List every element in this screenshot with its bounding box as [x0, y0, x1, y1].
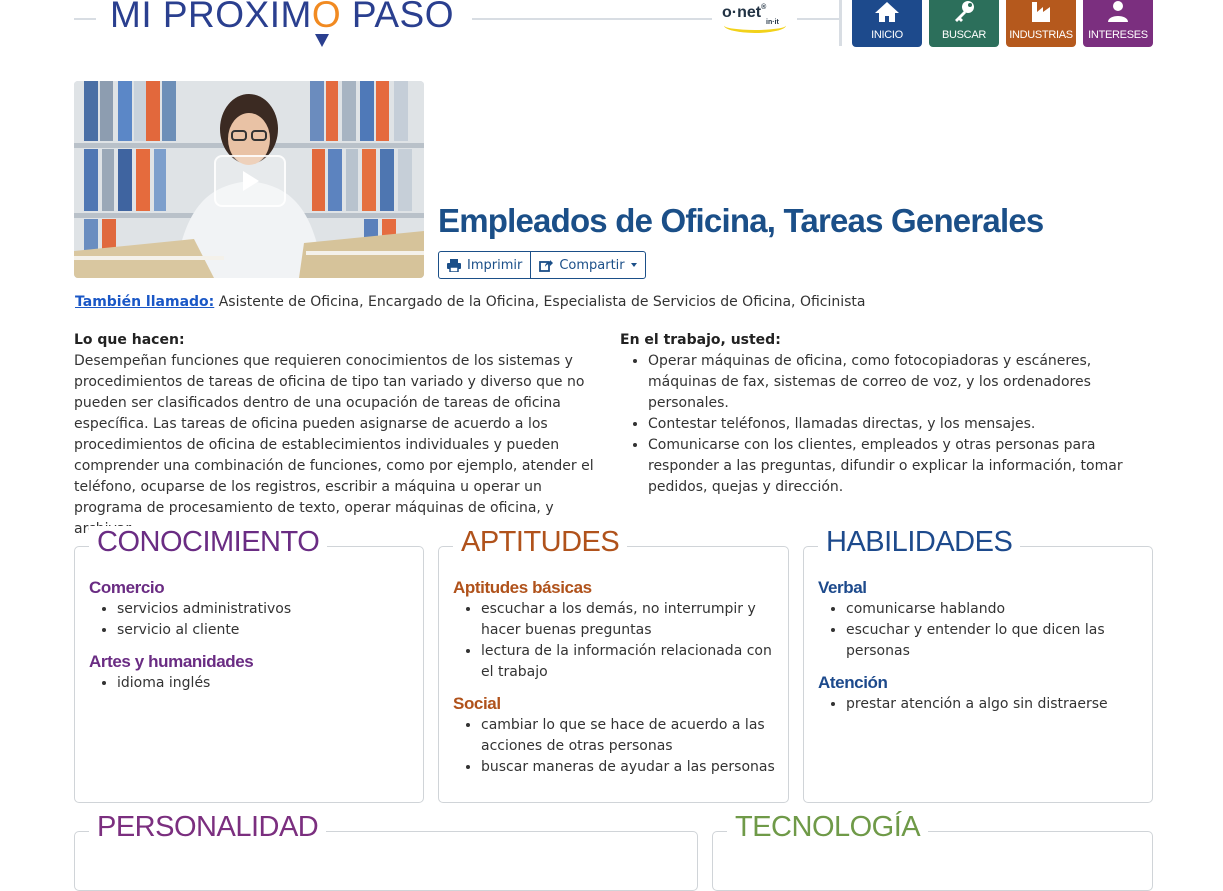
what-they-do-heading: Lo que hacen:: [74, 332, 185, 348]
share-icon: [539, 259, 554, 272]
print-button[interactable]: Imprimir: [439, 252, 530, 278]
skills-title: HABILIDADES: [818, 526, 1021, 559]
nav-intereses-label: INTERESES: [1088, 29, 1148, 41]
header-rule-right: [797, 18, 839, 20]
what-they-do-text: Desempeñan funciones que requieren conoc…: [74, 353, 594, 537]
aptitudes-card: APTITUDES Aptitudes básicas escuchar a l…: [438, 526, 789, 803]
printer-icon: [447, 258, 461, 272]
key-icon: [955, 1, 974, 22]
list-item: idioma inglés: [117, 673, 411, 694]
skills-group-heading: Verbal: [818, 578, 867, 597]
caret-down-icon: [630, 263, 637, 267]
header-divider: [839, 0, 842, 46]
share-label: Compartir: [559, 257, 625, 273]
list-item: lectura de la información relacionada co…: [481, 641, 776, 683]
list-item: buscar maneras de ayudar a las personas: [481, 757, 776, 778]
knowledge-card: CONOCIMIENTO Comercio servicios administ…: [74, 526, 424, 803]
what-they-do-section: Lo que hacen: Desempeñan funciones que r…: [74, 330, 610, 540]
logo-pin-letter: O: [312, 0, 341, 47]
logo-text-end: PASO: [341, 0, 454, 35]
knowledge-group-heading: Artes y humanidades: [89, 652, 254, 671]
person-icon: [1108, 1, 1128, 22]
list-item: cambiar lo que se hace de acuerdo a las …: [481, 715, 776, 757]
nav-industrias-label: INDUSTRIAS: [1009, 29, 1073, 41]
skills-group-heading: Atención: [818, 673, 888, 692]
map-pin-icon: [314, 34, 329, 47]
page-title: Empleados de Oficina, Tareas Generales: [438, 202, 1044, 239]
on-the-job-heading: En el trabajo, usted:: [620, 332, 781, 348]
list-item: servicios administrativos: [117, 599, 411, 620]
site-logo[interactable]: MI PRÓXIMO PASO: [110, 0, 454, 47]
nav-inicio-button[interactable]: INICIO: [852, 0, 922, 47]
list-item: servicio al cliente: [117, 620, 411, 641]
aptitudes-group-heading: Aptitudes básicas: [453, 578, 592, 597]
occupation-video[interactable]: [74, 81, 424, 278]
onet-suffix: in·it: [766, 19, 779, 26]
on-the-job-list: Operar máquinas de oficina, como fotocop…: [620, 351, 1153, 498]
list-item: prestar atención a algo sin distraerse: [846, 694, 1140, 715]
also-called-link[interactable]: También llamado:: [75, 294, 214, 310]
also-called: También llamado: Asistente de Oficina, E…: [75, 294, 866, 310]
knowledge-title: CONOCIMIENTO: [89, 526, 328, 559]
list-item: comunicarse hablando: [846, 599, 1140, 620]
header-rule-left: [74, 18, 96, 20]
nav-industrias-button[interactable]: INDUSTRIAS: [1006, 0, 1076, 47]
personality-card: PERSONALIDAD: [74, 811, 698, 891]
aptitudes-title: APTITUDES: [453, 526, 628, 559]
technology-card: TECNOLOGÍA: [712, 811, 1153, 891]
nav-buscar-button[interactable]: BUSCAR: [929, 0, 999, 47]
home-icon: [875, 2, 899, 22]
action-button-group: Imprimir Compartir: [438, 251, 646, 279]
share-dropdown-button[interactable]: Compartir: [530, 252, 644, 278]
logo-text-start: MI PRÓXIM: [110, 0, 312, 35]
factory-icon: [1032, 2, 1050, 22]
technology-title: TECNOLOGÍA: [727, 811, 929, 844]
print-label: Imprimir: [467, 257, 523, 273]
list-item: Operar máquinas de oficina, como fotocop…: [648, 351, 1153, 414]
on-the-job-section: En el trabajo, usted: Operar máquinas de…: [620, 330, 1153, 498]
play-button[interactable]: [214, 155, 286, 207]
list-item: Contestar teléfonos, llamadas directas, …: [648, 414, 1153, 435]
personality-title: PERSONALIDAD: [89, 811, 327, 844]
nav-inicio-label: INICIO: [871, 29, 903, 41]
list-item: escuchar y entender lo que dicen las per…: [846, 620, 1140, 662]
header-rule-middle: [472, 18, 712, 20]
knowledge-group-heading: Comercio: [89, 578, 165, 597]
nav-buscar-label: BUSCAR: [941, 29, 987, 41]
list-item: escuchar a los demás, no interrumpir y h…: [481, 599, 776, 641]
onet-logo[interactable]: o·net® in·it: [722, 4, 786, 33]
play-icon: [243, 171, 259, 191]
aptitudes-group-heading: Social: [453, 694, 501, 713]
skills-card: HABILIDADES Verbal comunicarse hablando …: [803, 526, 1153, 803]
also-called-text: Asistente de Oficina, Encargado de la Of…: [218, 294, 866, 310]
list-item: Comunicarse con los clientes, empleados …: [648, 435, 1153, 498]
nav-intereses-button[interactable]: INTERESES: [1083, 0, 1153, 47]
